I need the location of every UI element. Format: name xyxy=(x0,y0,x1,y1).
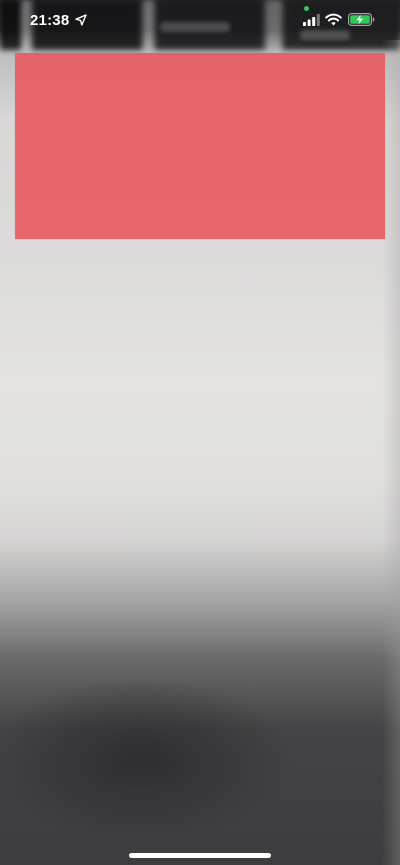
battery-charging-icon xyxy=(348,13,375,26)
wifi-icon xyxy=(325,13,342,26)
status-time: 21:38 xyxy=(30,12,70,29)
red-overlay-rectangle xyxy=(15,53,385,239)
status-bar: 21:38 xyxy=(0,0,400,44)
home-indicator[interactable] xyxy=(129,853,271,858)
location-arrow-icon xyxy=(75,14,87,26)
cellular-signal-icon xyxy=(303,14,320,26)
privacy-indicator-dot xyxy=(304,6,309,11)
